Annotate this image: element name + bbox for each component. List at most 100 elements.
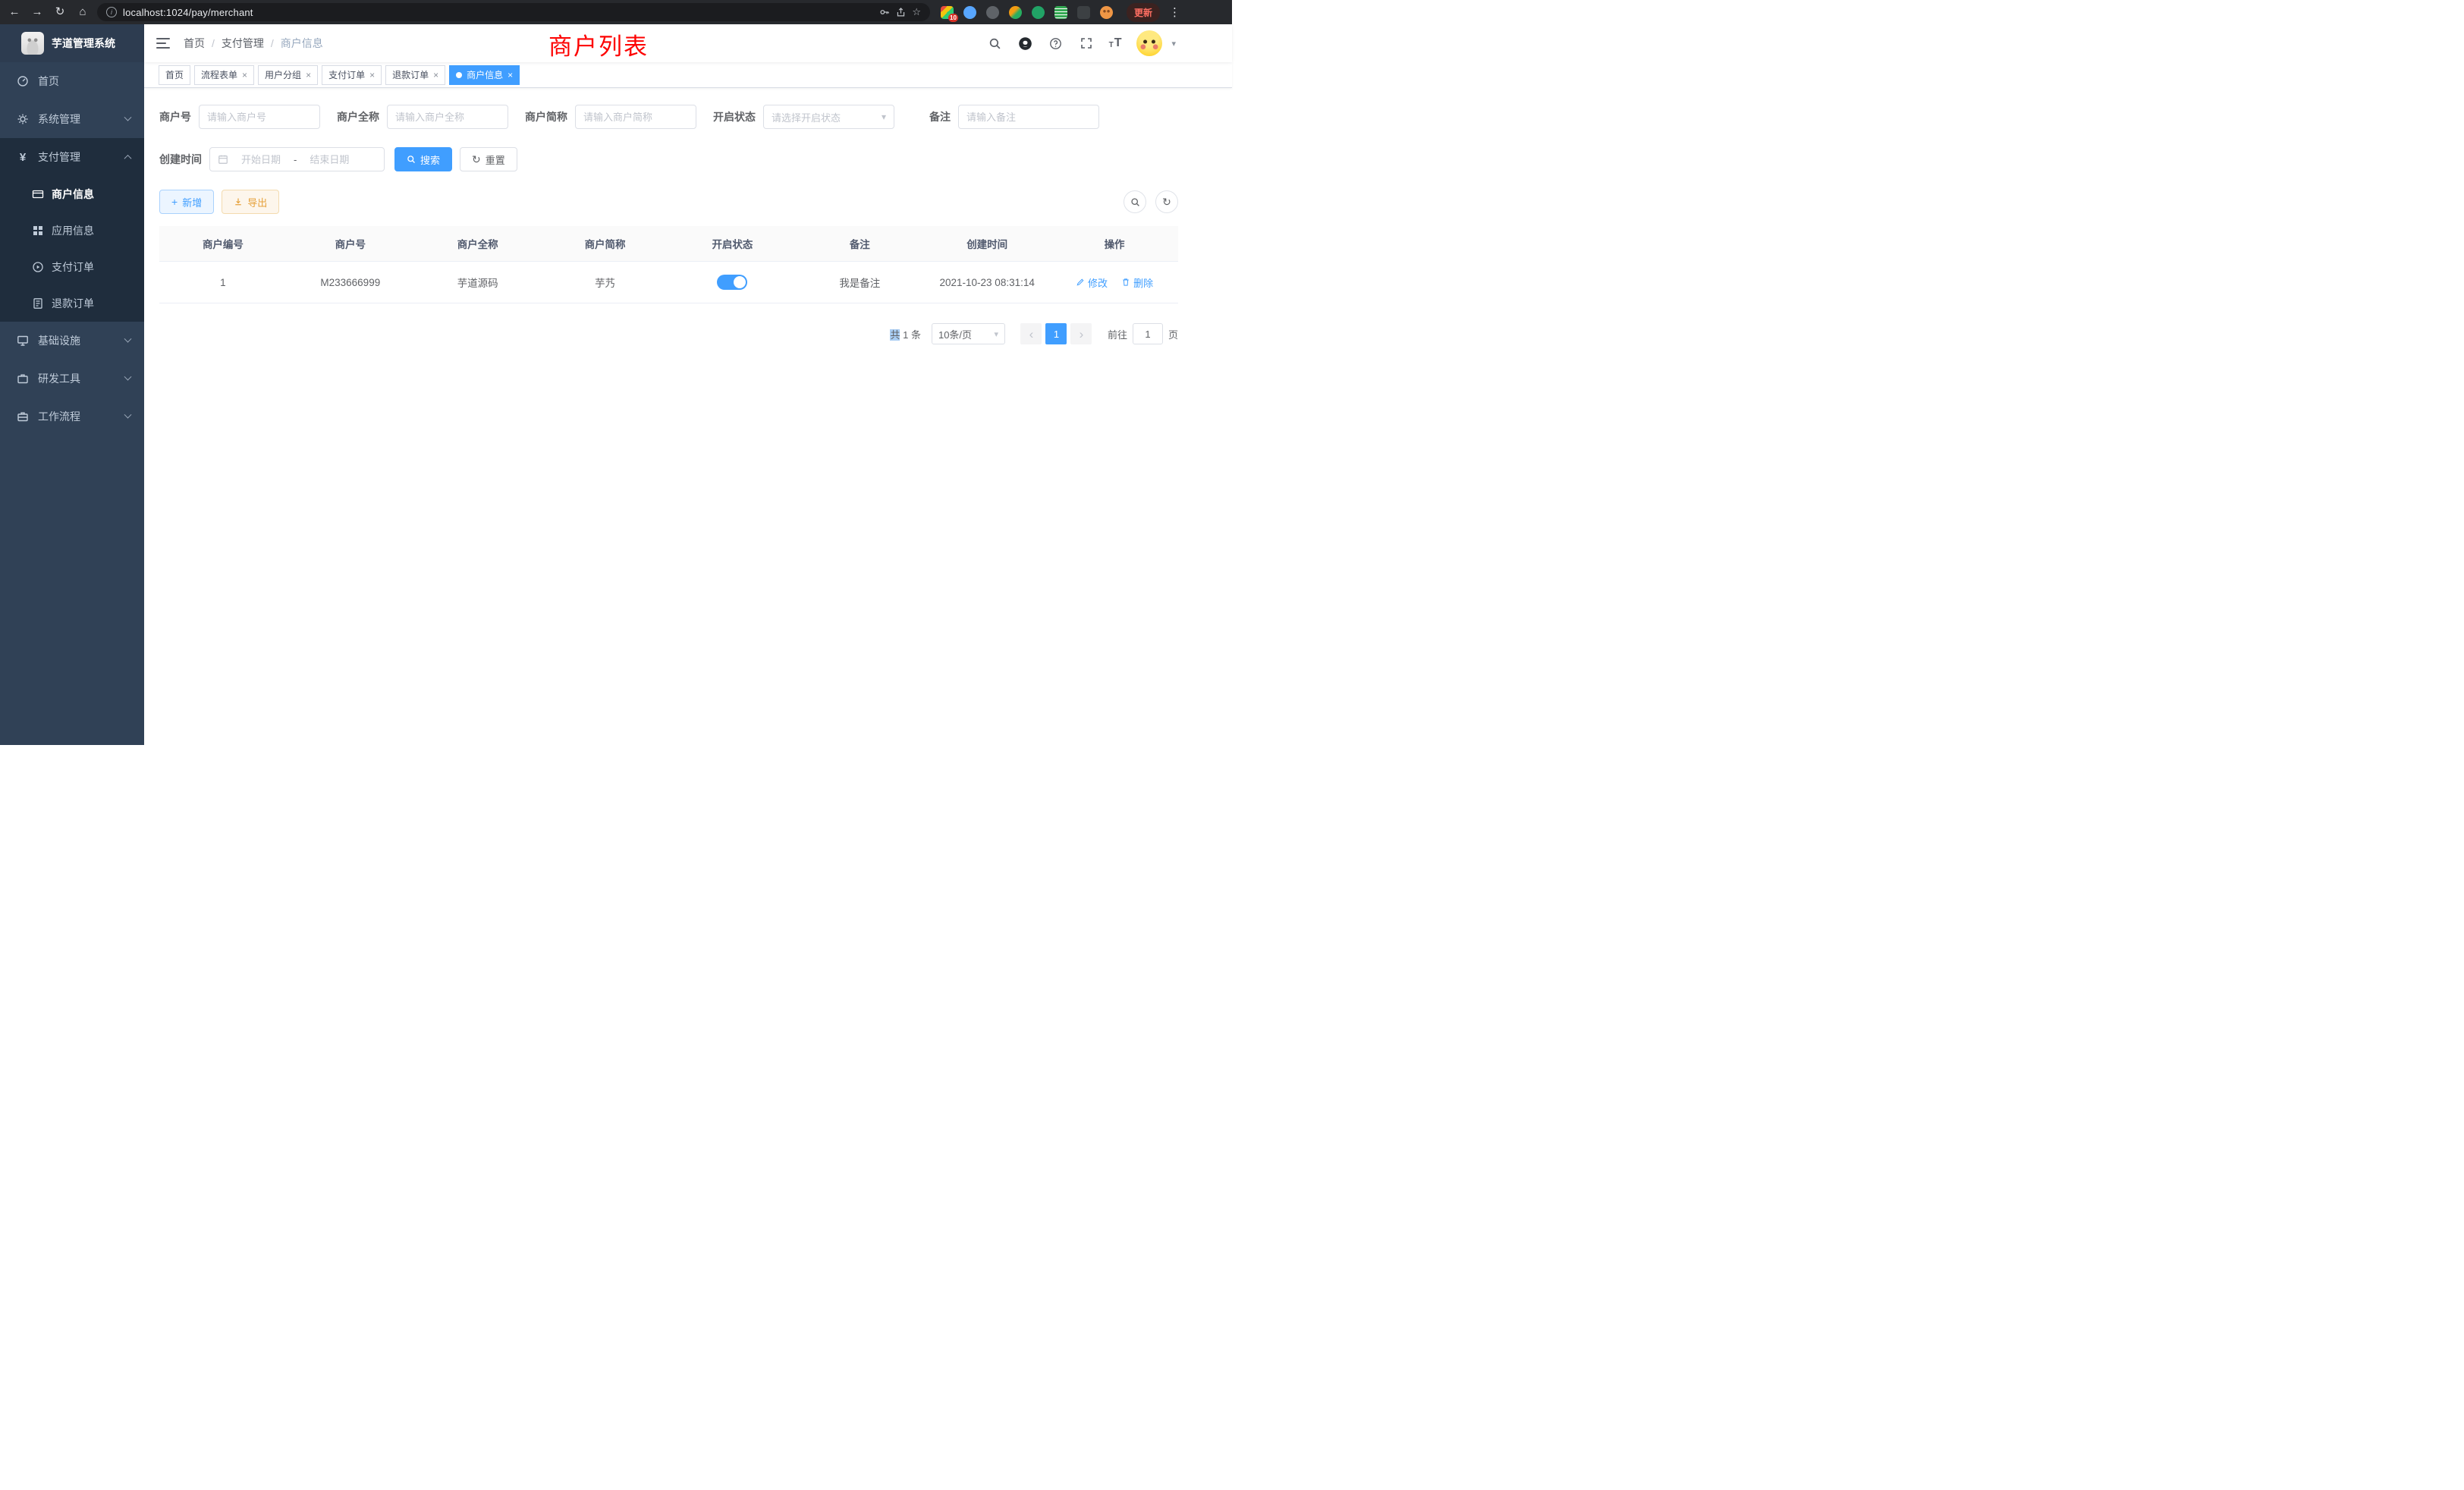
col-merchant-id: 商户编号 [159, 226, 287, 262]
sidebar-item-label: 工作流程 [38, 409, 80, 424]
sidebar-item-merchant-info[interactable]: 商户信息 [0, 176, 144, 212]
sidebar-item-label: 支付管理 [38, 149, 80, 165]
ext-green-circle-icon[interactable] [1032, 6, 1045, 19]
info-icon[interactable]: i [106, 7, 117, 17]
sidebar-group-pay: ¥ 支付管理 商户信息 应用信息 [0, 138, 144, 322]
chevron-up-icon [124, 154, 132, 162]
sidebar-item-pay-order[interactable]: 支付订单 [0, 249, 144, 285]
tab-pay-order[interactable]: 支付订单 × [322, 65, 382, 85]
cell-merchant-no: M233666999 [287, 262, 414, 303]
date-start-input[interactable] [233, 154, 289, 165]
close-icon[interactable]: × [369, 71, 375, 80]
ext-notes-icon[interactable] [1054, 6, 1067, 19]
chevron-down-icon [124, 113, 132, 121]
help-icon[interactable] [1048, 36, 1064, 51]
sidebar-item-home[interactable]: 首页 [0, 62, 144, 100]
search-icon[interactable] [988, 36, 1003, 51]
reload-icon[interactable]: ↻ [52, 4, 68, 20]
close-icon[interactable]: × [433, 71, 438, 80]
edit-button[interactable]: 修改 [1076, 275, 1108, 290]
home-icon[interactable]: ⌂ [74, 4, 91, 20]
sidebar-item-app-info[interactable]: 应用信息 [0, 212, 144, 249]
bookmark-star-icon[interactable]: ☆ [912, 6, 921, 18]
sidebar-item-refund-order[interactable]: 退款订单 [0, 285, 144, 322]
sidebar-item-label: 研发工具 [38, 371, 80, 386]
tab-process-form[interactable]: 流程表单 × [194, 65, 254, 85]
toggle-search-button[interactable] [1124, 190, 1146, 213]
tab-home[interactable]: 首页 [159, 65, 190, 85]
merchant-no-input[interactable] [199, 105, 320, 129]
ext-puzzle-icon[interactable] [1077, 6, 1090, 19]
browser-menu-icon[interactable]: ⋮ [1169, 5, 1180, 19]
ext-drop-icon[interactable] [963, 6, 976, 19]
breadcrumb-home[interactable]: 首页 [184, 36, 205, 51]
password-key-icon[interactable] [879, 7, 890, 17]
tab-user-group[interactable]: 用户分组 × [258, 65, 318, 85]
github-icon[interactable] [1018, 36, 1033, 51]
url-bar[interactable]: i localhost:1024/pay/merchant ☆ [97, 3, 930, 21]
close-icon[interactable]: × [306, 71, 311, 80]
sidebar-item-infra[interactable]: 基础设施 [0, 322, 144, 360]
col-actions: 操作 [1051, 226, 1178, 262]
close-icon[interactable]: × [508, 71, 513, 80]
user-avatar[interactable] [1136, 30, 1162, 56]
browser-toolbar: ← → ↻ ⌂ i localhost:1024/pay/merchant ☆ … [0, 0, 1232, 24]
ext-emoji-icon[interactable] [1100, 6, 1113, 19]
col-merchant-no: 商户号 [287, 226, 414, 262]
sidebar-item-workflow[interactable]: 工作流程 [0, 398, 144, 435]
ext-grid-icon[interactable]: 10 [941, 6, 954, 19]
refresh-table-button[interactable]: ↻ [1155, 190, 1178, 213]
fullscreen-icon[interactable] [1079, 36, 1094, 51]
update-button[interactable]: 更新 [1127, 3, 1160, 22]
col-status: 开启状态 [669, 226, 797, 262]
tab-label: 支付订单 [328, 68, 365, 81]
sidebar-item-devtools[interactable]: 研发工具 [0, 360, 144, 398]
cell-merchant-id: 1 [159, 262, 287, 303]
close-icon[interactable]: × [242, 71, 247, 80]
remark-input[interactable] [958, 105, 1099, 129]
status-select[interactable]: 请选择开启状态 ▾ [763, 105, 894, 129]
status-toggle[interactable] [717, 275, 747, 290]
forward-icon[interactable]: → [29, 4, 46, 20]
table-header-row: 商户编号 商户号 商户全称 商户简称 开启状态 备注 创建时间 操作 [159, 226, 1178, 262]
short-name-input[interactable] [575, 105, 696, 129]
sidebar-item-pay[interactable]: ¥ 支付管理 [0, 138, 144, 176]
col-full-name: 商户全称 [414, 226, 542, 262]
sidebar-item-system[interactable]: 系统管理 [0, 100, 144, 138]
back-icon[interactable]: ← [6, 4, 23, 20]
breadcrumb: 首页 / 支付管理 / 商户信息 [184, 36, 323, 51]
merchant-no-label: 商户号 [159, 109, 191, 124]
full-name-input[interactable] [387, 105, 508, 129]
total-count: 共 1 条 [890, 327, 921, 341]
add-button-label: 新增 [182, 195, 202, 209]
search-button[interactable]: 搜索 [394, 147, 452, 171]
add-button[interactable]: + 新增 [159, 190, 214, 214]
ext-dark-icon[interactable] [986, 6, 999, 19]
tab-merchant-info[interactable]: 商户信息 × [449, 65, 520, 85]
goto-page-input[interactable] [1133, 323, 1163, 344]
create-time-range-picker[interactable]: - [209, 147, 385, 171]
font-size-icon[interactable]: TT [1109, 37, 1122, 49]
reset-button[interactable]: ↻ 重置 [460, 147, 517, 171]
export-button[interactable]: 导出 [222, 190, 279, 214]
date-end-input[interactable] [301, 154, 357, 165]
tab-refund-order[interactable]: 退款订单 × [385, 65, 445, 85]
prev-page-button[interactable]: ‹ [1020, 323, 1042, 344]
ext-parrot-icon[interactable] [1009, 6, 1022, 19]
cell-remark: 我是备注 [796, 262, 923, 303]
caret-down-icon[interactable]: ▾ [1171, 39, 1176, 49]
share-icon[interactable] [896, 7, 906, 17]
col-remark: 备注 [796, 226, 923, 262]
hamburger-icon[interactable] [156, 38, 170, 49]
active-dot-icon [456, 72, 462, 78]
delete-button[interactable]: 删除 [1121, 275, 1153, 290]
yen-icon: ¥ [17, 151, 29, 164]
next-page-button[interactable]: › [1070, 323, 1092, 344]
document-icon [32, 297, 44, 310]
breadcrumb-section[interactable]: 支付管理 [222, 36, 264, 51]
sidebar-item-label: 系统管理 [38, 112, 80, 127]
page-size-select[interactable]: 10条/页 ▾ [932, 323, 1005, 344]
sidebar-logo[interactable]: 芋道管理系统 [0, 24, 144, 62]
filter-row-1: 商户号 商户全称 商户简称 开启状态 请选择开启状态 ▾ [159, 105, 1178, 129]
page-number-current[interactable]: 1 [1045, 323, 1067, 344]
